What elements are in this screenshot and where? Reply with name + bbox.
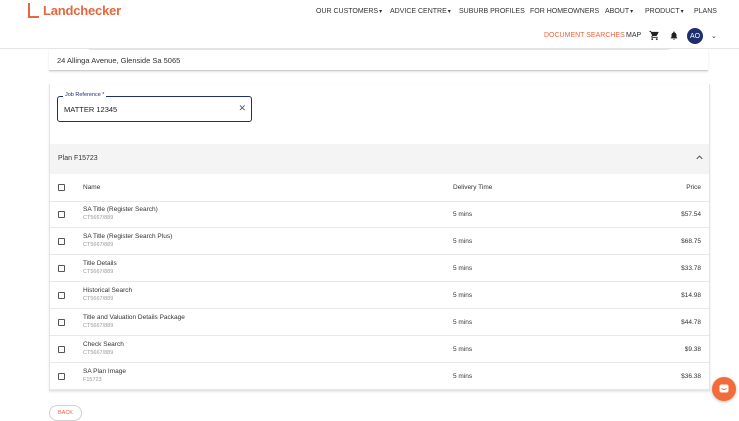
plan-title: Plan F15723 xyxy=(58,155,98,162)
item-delivery-time: 5 mins xyxy=(453,346,473,353)
chat-icon xyxy=(719,384,729,393)
row-checkbox[interactable] xyxy=(58,211,65,218)
nav-for-homeowners[interactable]: FOR HOMEOWNERS xyxy=(530,8,599,15)
nav-product[interactable]: PRODUCT▾ xyxy=(645,8,684,15)
chevron-down-icon: ▾ xyxy=(447,9,451,15)
back-button[interactable]: BACK xyxy=(49,405,82,421)
item-name: SA Title (Register Search Plus) xyxy=(83,233,173,240)
item-name: Title and Valuation Details Package xyxy=(83,314,185,321)
item-delivery-time: 5 mins xyxy=(453,238,473,245)
table-row: Title and Valuation Details Package CT566… xyxy=(50,309,709,336)
chevron-down-icon: ▾ xyxy=(630,9,634,15)
item-delivery-time: 5 mins xyxy=(453,265,473,272)
item-price: $33.78 xyxy=(681,265,701,272)
header-name: Name xyxy=(83,184,101,191)
item-reference: CT5667/889 xyxy=(83,269,114,275)
close-icon[interactable]: ✕ xyxy=(238,103,246,114)
nav-plans[interactable]: PLANS xyxy=(694,8,717,15)
table-header-row: Name Delivery Time Price xyxy=(50,174,709,202)
item-price: $57.54 xyxy=(681,211,701,218)
item-reference: CT5667/889 xyxy=(83,350,114,356)
bell-icon[interactable] xyxy=(669,30,679,41)
row-checkbox[interactable] xyxy=(58,346,65,353)
nav-map[interactable]: MAP xyxy=(626,32,641,39)
table-row: SA Plan Image F15723 5 mins $36.38 xyxy=(50,363,709,390)
top-navigation: Landchecker OUR CUSTOMERS▾ ADVICE CENTRE… xyxy=(0,0,739,25)
header-price: Price xyxy=(686,184,701,191)
item-name: Historical Search xyxy=(83,287,133,294)
select-all-checkbox[interactable] xyxy=(58,184,65,191)
job-reference-input[interactable] xyxy=(64,105,234,114)
job-reference-label: Job Reference * xyxy=(63,92,107,98)
landchecker-logo[interactable]: Landchecker xyxy=(28,3,121,18)
table-row: SA Title (Register Search) CT5667/889 5 mi… xyxy=(50,201,709,228)
property-address: 24 Allinga Avenue, Glenside Sa 5065 xyxy=(57,56,181,65)
row-checkbox[interactable] xyxy=(58,292,65,299)
logo-text: Landchecker xyxy=(43,3,122,18)
item-name: SA Title (Register Search) xyxy=(83,206,158,213)
order-card: Job Reference * ✕ Plan F15723 Name Deliv… xyxy=(49,84,710,391)
item-price: $44.78 xyxy=(681,319,701,326)
item-price: $14.98 xyxy=(681,292,701,299)
chevron-down-icon: ▾ xyxy=(680,9,684,15)
item-name: Title Details xyxy=(83,260,117,267)
item-reference: F15723 xyxy=(83,377,102,383)
item-reference: CT5667/889 xyxy=(83,296,114,302)
nav-about[interactable]: ABOUT▾ xyxy=(605,8,633,15)
item-delivery-time: 5 mins xyxy=(453,211,473,218)
chevron-down-icon: ▾ xyxy=(379,9,383,15)
item-reference: CT5667/889 xyxy=(83,215,114,221)
item-delivery-time: 5 mins xyxy=(453,373,473,380)
chevron-down-icon[interactable]: ⌄ xyxy=(711,32,717,40)
nav-document-searches[interactable]: DOCUMENT SEARCHES xyxy=(544,32,625,39)
row-checkbox[interactable] xyxy=(58,373,65,380)
nav-suburb-profiles[interactable]: SUBURB PROFILES xyxy=(459,8,525,15)
item-name: Check Search xyxy=(83,341,124,348)
item-reference: CT5667/889 xyxy=(83,323,114,329)
item-delivery-time: 5 mins xyxy=(453,319,473,326)
item-price: $36.38 xyxy=(681,373,701,380)
address-card-top-edge xyxy=(89,49,669,50)
nav-our-customers[interactable]: OUR CUSTOMERS▾ xyxy=(316,8,382,15)
nav-advice-centre[interactable]: ADVICE CENTRE▾ xyxy=(390,8,451,15)
user-avatar[interactable]: AO xyxy=(687,28,703,44)
item-price: $9.38 xyxy=(684,346,701,353)
chat-launcher-button[interactable] xyxy=(712,377,736,401)
row-checkbox[interactable] xyxy=(58,238,65,245)
shopping-cart-icon[interactable] xyxy=(649,30,660,41)
chevron-up-icon[interactable] xyxy=(696,154,703,161)
row-checkbox[interactable] xyxy=(58,319,65,326)
address-card: 24 Allinga Avenue, Glenside Sa 5065 xyxy=(49,49,708,71)
table-row: Check Search CT5667/889 5 mins $9.38 xyxy=(50,336,709,363)
row-checkbox[interactable] xyxy=(58,265,65,272)
item-price: $68.75 xyxy=(681,238,701,245)
item-reference: CT5667/889 xyxy=(83,242,114,248)
table-row: Title Details CT5667/889 5 mins $33.78 xyxy=(50,255,709,282)
table-row: Historical Search CT5667/889 5 mins $14.98 xyxy=(50,282,709,309)
item-delivery-time: 5 mins xyxy=(453,292,473,299)
table-row: SA Title (Register Search Plus) CT5667/88… xyxy=(50,228,709,255)
header-delivery-time: Delivery Time xyxy=(453,184,493,191)
logo-mark-icon xyxy=(28,3,39,18)
item-name: SA Plan Image xyxy=(83,368,126,375)
job-reference-field[interactable]: Job Reference * ✕ xyxy=(57,92,252,122)
plan-accordion-header[interactable]: Plan F15723 xyxy=(50,144,709,174)
